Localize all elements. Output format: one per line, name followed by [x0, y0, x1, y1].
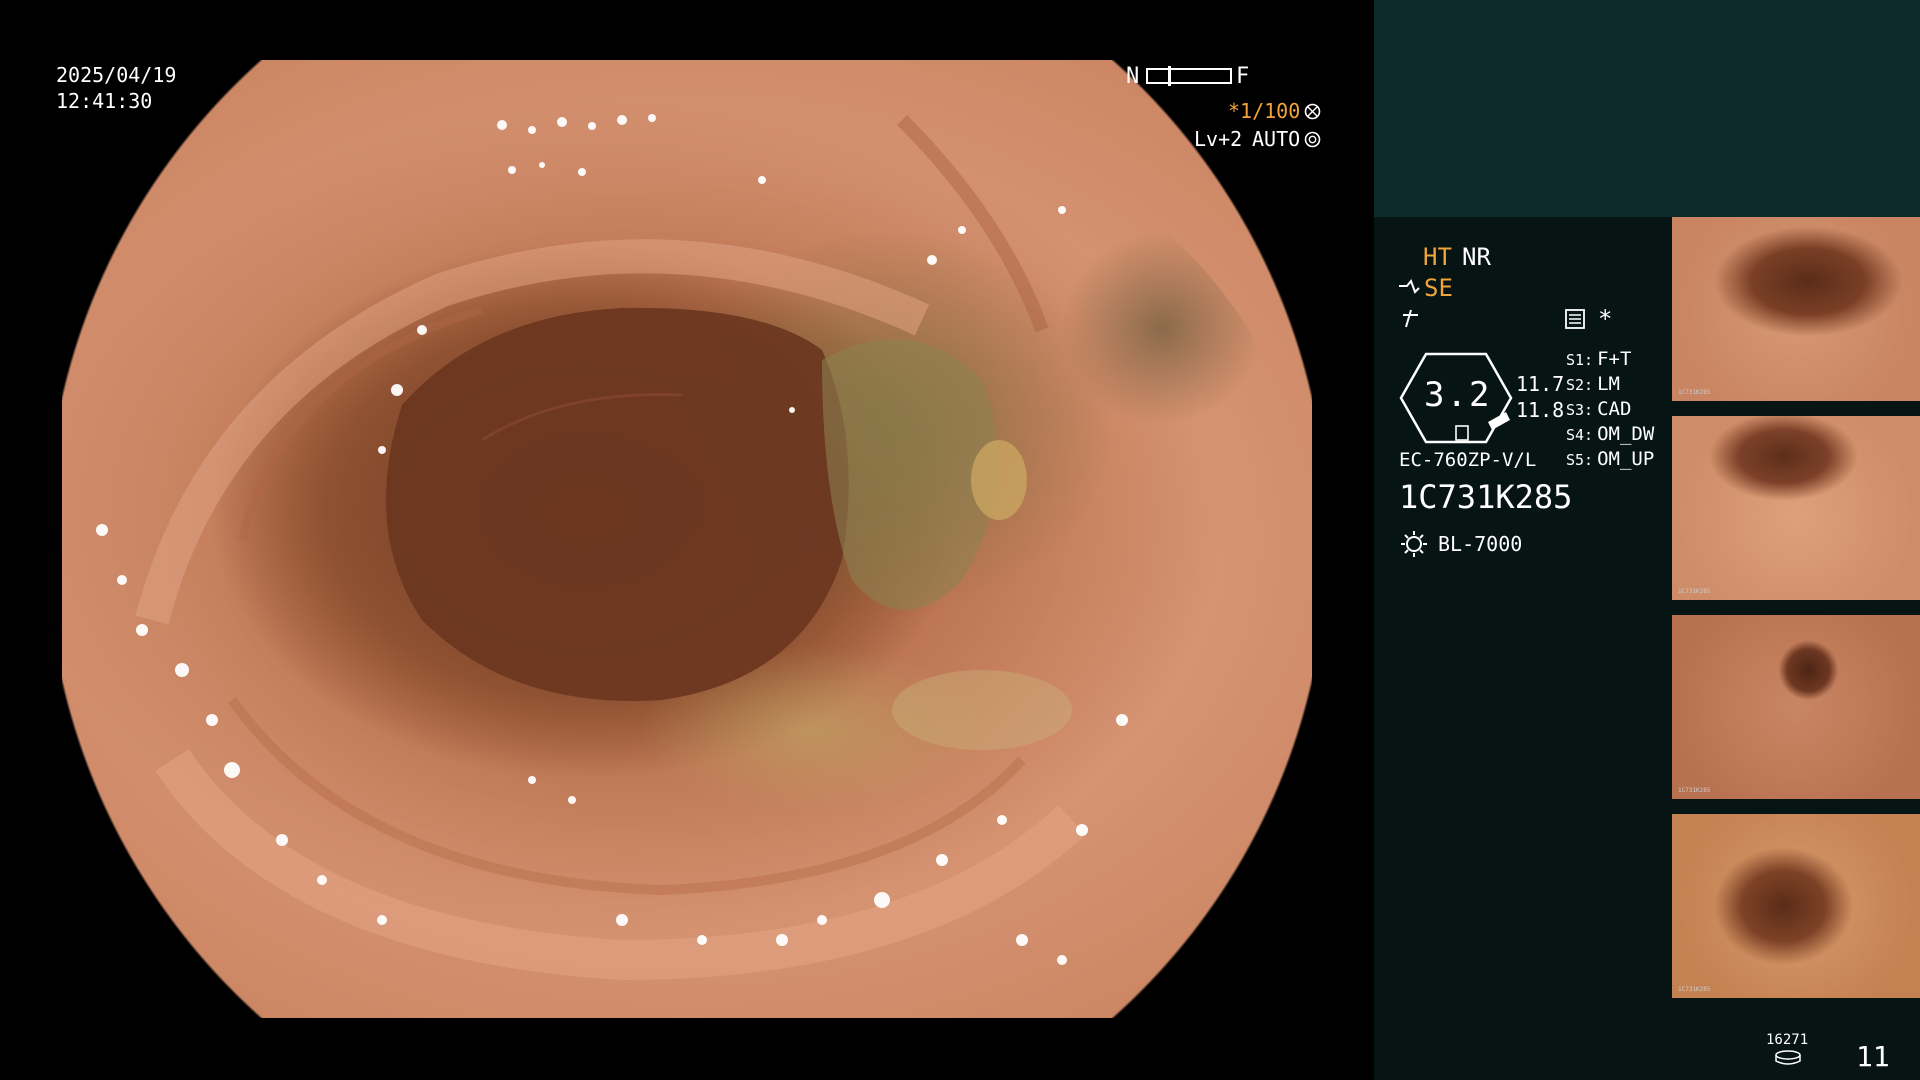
setting-value: LM — [1597, 373, 1620, 395]
hexagon-value: 3.2 — [1424, 375, 1492, 415]
setting-key: S2: — [1566, 376, 1594, 394]
thumbnail-serial: 1C731K285 — [1678, 389, 1711, 396]
shutter-icon — [1304, 103, 1321, 124]
light-source-icon — [1400, 530, 1428, 562]
iris-icon — [1304, 131, 1321, 152]
shutter-speed: *1/100 — [1228, 99, 1301, 123]
value-a: 11.7 — [1516, 372, 1565, 396]
structure-enhance-icon — [1397, 278, 1421, 302]
right-panel-header — [1374, 0, 1920, 217]
disk-count: 16271 — [1766, 1032, 1809, 1048]
settings-list: S1: F+T S2: LM S3: CAD S4: OM_DW S5: OM_UP — [1566, 348, 1654, 473]
disk-icon — [1774, 1050, 1802, 1070]
ht-indicator: HT — [1423, 243, 1452, 271]
nr-indicator: NR — [1462, 243, 1491, 271]
settings-row: S3: CAD — [1566, 398, 1654, 423]
record-settings-icon — [1564, 308, 1586, 334]
capture-thumbnail[interactable]: 1C731K285 — [1672, 814, 1920, 998]
capture-thumbnail[interactable]: 1C731K285 — [1672, 416, 1920, 600]
thumbnail-image — [1672, 416, 1920, 600]
setting-key: S1: — [1566, 351, 1594, 369]
thumbnail-serial: 1C731K285 — [1678, 588, 1711, 595]
thumbnail-image — [1672, 217, 1920, 401]
scope-model: EC-760ZP-V/L — [1399, 449, 1537, 471]
asterisk-indicator: * — [1598, 305, 1613, 333]
scope-serial: 1C731K285 — [1399, 478, 1573, 516]
setting-value: OM_DW — [1597, 423, 1655, 445]
near-far-focus-bar — [1146, 66, 1232, 86]
thumbnail-image — [1672, 814, 1920, 998]
settings-row: S5: OM_UP — [1566, 448, 1654, 473]
endoscope-image-detail — [96, 114, 1128, 981]
settings-row: S2: LM — [1566, 373, 1654, 398]
setting-key: S5: — [1566, 451, 1594, 469]
light-source: BL-7000 — [1438, 532, 1523, 556]
capture-time: 12:41:30 — [56, 89, 153, 113]
value-b: 11.8 — [1516, 398, 1565, 422]
capture-thumbnail[interactable]: 1C731K285 — [1672, 217, 1920, 401]
settings-row: S1: F+T — [1566, 348, 1654, 373]
thumbnail-serial: 1C731K285 — [1678, 787, 1711, 794]
setting-key: S4: — [1566, 426, 1594, 444]
enhancement-level: Lv+2 — [1194, 127, 1243, 151]
setting-key: S3: — [1566, 401, 1594, 419]
setting-value: CAD — [1597, 398, 1632, 420]
setting-value: F+T — [1597, 348, 1632, 370]
far-label: F — [1236, 64, 1250, 89]
image-count: 11 — [1856, 1040, 1890, 1073]
setting-value: OM_UP — [1597, 448, 1655, 470]
se-indicator: SE — [1424, 274, 1453, 302]
capture-date: 2025/04/19 — [56, 63, 177, 87]
capture-thumbnail[interactable]: 1C731K285 — [1672, 615, 1920, 799]
thumbnail-image — [1672, 615, 1920, 799]
focus-position-marker — [1168, 66, 1171, 86]
thumbnail-serial: 1C731K285 — [1678, 986, 1711, 993]
endoscope-live-image — [62, 60, 1312, 1018]
settings-row: S4: OM_DW — [1566, 423, 1654, 448]
iris-mode: AUTO — [1252, 127, 1301, 151]
near-label: N — [1126, 64, 1140, 89]
color-mode-icon — [1400, 307, 1422, 333]
